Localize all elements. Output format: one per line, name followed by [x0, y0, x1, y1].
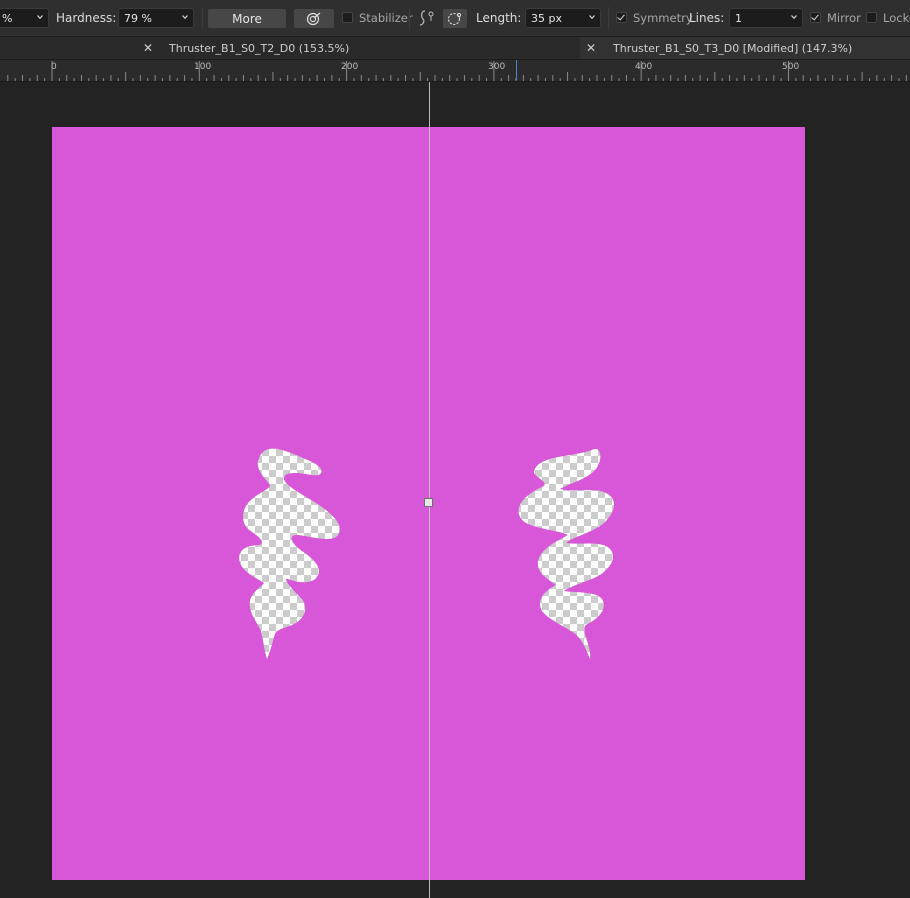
toolbar-divider [202, 7, 203, 29]
hardness-label: Hardness: [56, 11, 117, 25]
tab-document-t2[interactable]: ✕ Thruster_B1_S0_T2_D0 (153.5%) [136, 37, 596, 59]
symmetry-checkbox[interactable] [616, 12, 627, 23]
force-pressure-button[interactable] [294, 9, 334, 28]
rope-mode-icon [419, 10, 434, 26]
lines-label: Lines: [689, 11, 725, 25]
mirror-label: Mirror [827, 11, 861, 25]
length-label: Length: [476, 11, 522, 25]
ruler-label: 300 [488, 62, 506, 72]
chevron-down-icon [37, 15, 43, 20]
opacity-value: % [2, 11, 13, 25]
document-tabs: ✕ Thruster_B1_S0_T2_D0 (153.5%) ✕ Thrust… [0, 37, 910, 60]
ruler-ticks [7, 61, 907, 81]
tab-label: Thruster_B1_S0_T3_D0 [Modified] (147.3%) [613, 41, 853, 55]
ruler-label: 200 [341, 62, 359, 72]
tab-document-t3[interactable]: ✕ Thruster_B1_S0_T3_D0 [Modified] (147.3… [580, 37, 910, 59]
locked-checkbox[interactable] [866, 12, 877, 23]
window-mode-icon [447, 12, 462, 25]
length-value: 35 px [531, 11, 562, 25]
stabilizer-label: Stabilizer [359, 11, 413, 25]
opacity-combo[interactable]: % [0, 8, 49, 28]
ruler-cursor-marker [516, 60, 517, 80]
force-pressure-icon [306, 12, 321, 25]
symmetry-axis-line[interactable] [429, 82, 430, 898]
mirror-checkbox[interactable] [810, 12, 821, 23]
rope-mode-button[interactable] [417, 0, 439, 36]
window-mode-button[interactable] [443, 9, 467, 28]
horizontal-ruler: 0 100 200 300 400 500 [0, 60, 910, 82]
hardness-combo[interactable]: 79 % [118, 8, 194, 28]
close-icon[interactable]: ✕ [143, 41, 153, 55]
length-combo[interactable]: 35 px [525, 8, 601, 28]
toolbar-divider [409, 7, 410, 29]
locked-label: Locke [883, 11, 910, 25]
chevron-down-icon [589, 15, 595, 20]
lines-combo[interactable]: 1 [729, 8, 803, 28]
more-button[interactable]: More [208, 9, 286, 28]
ruler-label: 400 [635, 62, 653, 72]
hardness-value: 79 % [124, 11, 152, 25]
stabilizer-checkbox[interactable] [342, 12, 353, 23]
close-icon[interactable]: ✕ [586, 41, 596, 55]
chevron-down-icon [182, 15, 188, 20]
ruler-label: 100 [194, 62, 212, 72]
context-toolbar: % Hardness: 79 % More Stabilizer Length:… [0, 0, 910, 37]
symmetry-center-handle[interactable] [424, 498, 433, 507]
canvas-workspace[interactable] [0, 82, 910, 898]
toolbar-divider [608, 7, 609, 29]
lines-value: 1 [735, 11, 742, 25]
ruler-label: 0 [51, 62, 57, 72]
tab-label: Thruster_B1_S0_T2_D0 (153.5%) [169, 41, 350, 55]
ruler-label: 500 [782, 62, 800, 72]
symmetry-label: Symmetry [633, 11, 693, 25]
more-label: More [232, 11, 262, 26]
zigzag-brush-stroke-right [518, 448, 615, 659]
zigzag-brush-stroke-left [239, 448, 340, 659]
chevron-down-icon [791, 15, 797, 20]
